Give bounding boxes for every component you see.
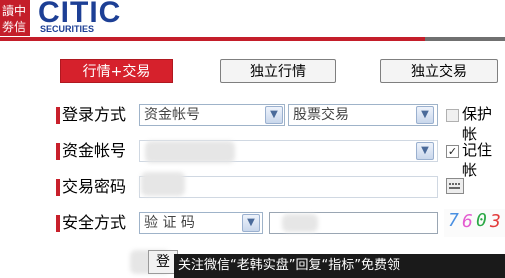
captcha-char: 3 xyxy=(490,211,504,232)
remember-checkbox[interactable]: ✓ xyxy=(446,145,459,158)
login-method-label: 登录方式 xyxy=(62,105,127,124)
protect-checkbox[interactable] xyxy=(446,109,459,122)
captcha-input-redacted xyxy=(282,214,318,232)
header-divider-grey xyxy=(425,37,505,41)
watermark-banner: 关注微信“老韩实盘”回复“指标”免费领 xyxy=(174,254,505,278)
row-marker xyxy=(56,215,60,232)
row-marker xyxy=(56,107,60,124)
protect-label: 保护帐 xyxy=(462,105,493,143)
account-label: 资金帐号 xyxy=(62,141,127,160)
chevron-down-icon[interactable]: ▼ xyxy=(242,214,260,232)
password-value-redacted xyxy=(141,172,185,196)
captcha-char: 7 xyxy=(448,210,462,231)
keyboard-icon[interactable] xyxy=(446,178,464,194)
tab-independent-quote[interactable]: 独立行情 xyxy=(220,59,336,83)
trade-type-value: 股票交易 xyxy=(293,107,349,123)
remember-label: 记住帐 xyxy=(462,141,493,179)
svg-text:劵信: 劵信 xyxy=(2,20,26,34)
account-type-select[interactable]: 资金帐号 xyxy=(139,104,285,126)
svg-text:讀中: 讀中 xyxy=(2,3,26,18)
captcha-char: 6 xyxy=(462,211,476,232)
security-method-value: 验 证 码 xyxy=(144,215,195,231)
account-type-value: 资金帐号 xyxy=(144,107,200,123)
tab-quote-and-trade[interactable]: 行情+交易 xyxy=(60,59,173,83)
citic-logo-mark: 讀中 劵信 xyxy=(0,0,30,36)
chevron-down-icon[interactable]: ▼ xyxy=(416,142,434,160)
tab-independent-trade[interactable]: 独立交易 xyxy=(380,59,498,83)
captcha-image[interactable]: 7 6 0 3 xyxy=(444,209,505,237)
security-label: 安全方式 xyxy=(62,213,127,232)
chevron-down-icon[interactable]: ▼ xyxy=(265,106,283,124)
password-label: 交易密码 xyxy=(62,177,127,196)
header-divider xyxy=(0,37,425,41)
citic-logo-subtitle: SECURITIES xyxy=(40,24,95,34)
captcha-char: 0 xyxy=(476,210,490,231)
chevron-down-icon[interactable]: ▼ xyxy=(416,106,434,124)
row-marker xyxy=(56,179,60,196)
account-value-redacted xyxy=(145,141,235,163)
row-marker xyxy=(56,143,60,160)
